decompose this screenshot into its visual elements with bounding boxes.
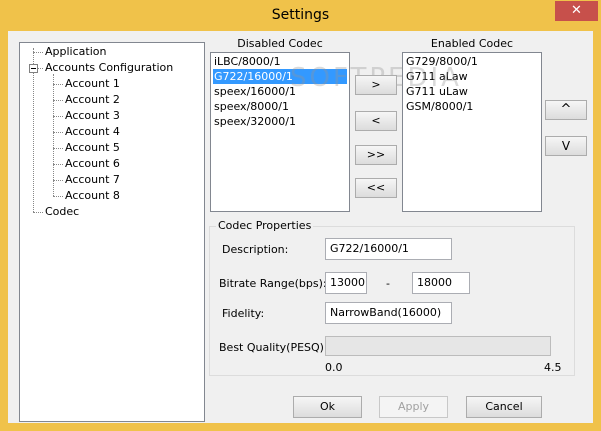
ok-button[interactable]: Ok — [293, 396, 362, 418]
tree-item-accounts-configuration[interactable]: Accounts Configuration — [45, 61, 173, 74]
title-bar[interactable]: Settings ✕ — [0, 0, 601, 31]
bitrate-separator: - — [386, 277, 390, 290]
pesq-progress-bar — [325, 336, 551, 356]
tree-item-codec[interactable]: Codec — [45, 205, 79, 218]
tree-item-account-1[interactable]: Account 1 — [65, 77, 120, 90]
tree-branch-line — [53, 148, 63, 149]
tree-branch-line — [33, 52, 43, 53]
description-field[interactable]: G722/16000/1 — [325, 238, 452, 260]
move-all-left-button[interactable]: << — [355, 178, 397, 198]
tree-branch-line — [53, 164, 63, 165]
enabled-codec-title: Enabled Codec — [430, 37, 514, 50]
disabled-codec-item[interactable]: speex/8000/1 — [213, 99, 289, 114]
tree-item-account-7[interactable]: Account 7 — [65, 173, 120, 186]
fidelity-field[interactable]: NarrowBand(16000) — [325, 302, 452, 324]
tree-item-account-5[interactable]: Account 5 — [65, 141, 120, 154]
move-left-button[interactable]: < — [355, 111, 397, 131]
disabled-codec-item[interactable]: iLBC/8000/1 — [213, 54, 281, 69]
tree-branch-line — [53, 116, 63, 117]
disabled-codec-item[interactable]: speex/32000/1 — [213, 114, 296, 129]
pesq-max-label: 4.5 — [544, 361, 562, 374]
close-button[interactable]: ✕ — [555, 1, 598, 21]
enabled-codec-item[interactable]: GSM/8000/1 — [405, 99, 473, 114]
tree-item-application[interactable]: Application — [45, 45, 106, 58]
codec-properties-title: Codec Properties — [216, 219, 314, 232]
move-right-button[interactable]: > — [355, 75, 397, 95]
bitrate-min-field[interactable]: 13000 — [325, 272, 367, 294]
fidelity-label: Fidelity: — [222, 307, 265, 320]
collapse-toggle-icon[interactable] — [29, 64, 38, 73]
tree-item-account-6[interactable]: Account 6 — [65, 157, 120, 170]
move-up-button[interactable]: ^ — [545, 100, 587, 120]
tree-item-account-8[interactable]: Account 8 — [65, 189, 120, 202]
bitrate-max-field[interactable]: 18000 — [412, 272, 470, 294]
close-icon: ✕ — [571, 3, 582, 18]
tree-item-account-3[interactable]: Account 3 — [65, 109, 120, 122]
tree-branch-line — [53, 180, 63, 181]
tree-child-line — [53, 74, 54, 196]
disabled-codec-title: Disabled Codec — [237, 37, 323, 50]
bitrate-range-label: Bitrate Range(bps): — [219, 277, 327, 290]
pesq-label: Best Quality(PESQ): — [219, 341, 328, 354]
tree-branch-line — [53, 100, 63, 101]
pesq-min-label: 0.0 — [325, 361, 343, 374]
move-down-button[interactable]: V — [545, 136, 587, 156]
tree-item-account-2[interactable]: Account 2 — [65, 93, 120, 106]
window-title: Settings — [271, 7, 330, 23]
tree-branch-line — [33, 212, 43, 213]
tree-branch-line — [38, 68, 43, 69]
disabled-codec-item[interactable]: speex/16000/1 — [213, 84, 296, 99]
apply-button[interactable]: Apply — [379, 396, 448, 418]
settings-tree[interactable]: Application Accounts Configuration Accou… — [19, 42, 205, 422]
tree-branch-line — [53, 196, 63, 197]
tree-item-account-4[interactable]: Account 4 — [65, 125, 120, 138]
description-label: Description: — [222, 243, 289, 256]
move-all-right-button[interactable]: >> — [355, 145, 397, 165]
tree-branch-line — [53, 84, 63, 85]
cancel-button[interactable]: Cancel — [466, 396, 542, 418]
tree-branch-line — [53, 132, 63, 133]
